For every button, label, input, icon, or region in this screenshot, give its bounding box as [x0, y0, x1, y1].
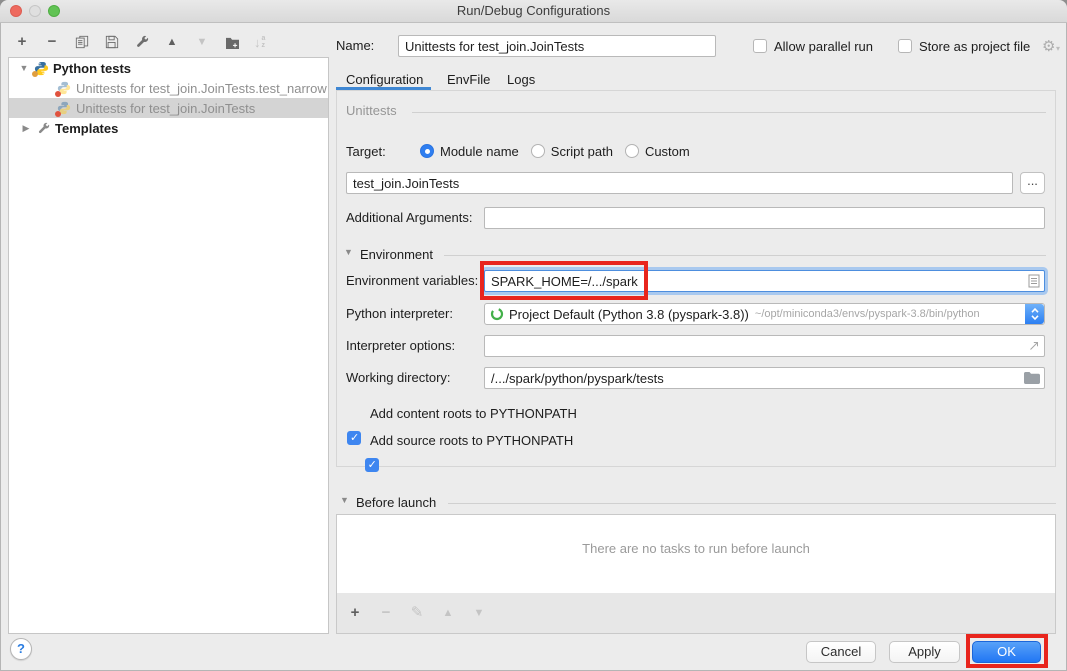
save-configuration-icon[interactable] [104, 34, 120, 50]
ok-button[interactable]: OK [972, 641, 1041, 663]
additional-arguments-input[interactable] [484, 207, 1045, 229]
name-input[interactable] [398, 35, 716, 57]
before-launch-collapse-icon[interactable]: ▼ [340, 495, 349, 505]
store-as-project-file-label: Store as project file [919, 36, 1030, 58]
working-directory-input[interactable] [491, 369, 1024, 387]
test-badge-icon [55, 91, 61, 97]
store-as-project-file-checkbox[interactable] [898, 39, 912, 53]
gear-icon[interactable]: ⚙ [1042, 39, 1055, 55]
move-task-down-icon: ▼ [471, 605, 487, 621]
tree-item-label: Unittests for test_join.JoinTests.test_n… [76, 81, 327, 96]
chevron-right-icon[interactable]: ▶ [21, 123, 31, 134]
target-custom-radio[interactable] [625, 144, 639, 158]
group-divider [412, 112, 1046, 113]
edit-templates-wrench-icon[interactable] [134, 34, 150, 50]
environment-collapse-icon[interactable]: ▼ [344, 247, 353, 257]
before-launch-header: Before launch [356, 492, 436, 514]
configurations-tree: ▼ Python tests Unittests for test_join.J… [8, 57, 329, 634]
help-button[interactable]: ? [10, 638, 32, 660]
additional-arguments-label: Additional Arguments: [346, 207, 472, 229]
test-badge-icon [55, 111, 61, 117]
browse-variables-icon[interactable] [1028, 274, 1040, 288]
title-bar: Run/Debug Configurations [0, 0, 1067, 23]
python-tests-icon [33, 60, 49, 76]
target-label: Target: [346, 144, 394, 159]
unittests-group-label: Unittests [346, 103, 397, 118]
tree-item-python-tests[interactable]: ▼ Python tests [9, 58, 328, 78]
name-label: Name: [336, 35, 374, 57]
expand-field-icon[interactable] [1028, 340, 1040, 352]
edit-task-icon: ✎ [409, 605, 425, 621]
before-launch-empty-text: There are no tasks to run before launch [336, 541, 1056, 556]
templates-wrench-icon [35, 120, 51, 136]
python-test-config-icon [56, 100, 72, 116]
before-launch-toolbar: + − ✎ ▲ ▼ [336, 593, 1056, 634]
zoom-window-button[interactable] [48, 5, 60, 17]
python-interpreter-label: Python interpreter: [346, 303, 453, 325]
add-source-roots-checkbox[interactable] [365, 458, 379, 472]
move-down-icon: ▼ [194, 34, 210, 50]
add-content-roots-checkbox[interactable] [347, 431, 361, 445]
tree-item-label: Templates [55, 121, 118, 136]
chevron-down-icon[interactable]: ▼ [19, 63, 29, 73]
configurations-toolbar: + − ▲ ▼ ↓az [14, 32, 265, 52]
target-script-path-radio[interactable] [531, 144, 545, 158]
minimize-window-button [29, 5, 41, 17]
target-row: Target: Module name Script path Custom [346, 141, 690, 161]
apply-button[interactable]: Apply [889, 641, 960, 663]
interpreter-path-hint: ~/opt/miniconda3/envs/pyspark-3.8/bin/py… [755, 308, 980, 320]
environment-divider [444, 255, 1046, 256]
folder-icon[interactable] [1024, 372, 1040, 384]
remove-task-icon: − [378, 605, 394, 621]
working-directory-label: Working directory: [346, 367, 451, 389]
new-folder-icon[interactable] [224, 34, 240, 50]
run-debug-configurations-dialog: Run/Debug Configurations + − ▲ ▼ ↓az ▼ P… [0, 0, 1067, 671]
tree-item-unittests-jointests[interactable]: Unittests for test_join.JoinTests [9, 98, 328, 118]
combobox-spinner-icon[interactable] [1025, 304, 1044, 324]
tree-item-label: Unittests for test_join.JoinTests [76, 101, 255, 116]
remove-configuration-icon[interactable]: − [44, 34, 60, 50]
test-badge-icon [32, 71, 38, 77]
copy-configuration-icon[interactable] [74, 34, 90, 50]
interpreter-options-field[interactable] [484, 335, 1045, 357]
tree-item-templates[interactable]: ▶ Templates [9, 118, 328, 138]
sort-configurations-icon: ↓az [254, 35, 265, 50]
add-source-roots-label: Add source roots to PYTHONPATH [370, 430, 573, 452]
before-launch-divider [448, 503, 1056, 504]
move-task-up-icon: ▲ [440, 605, 456, 621]
python-interpreter-combobox[interactable]: Project Default (Python 3.8 (pyspark-3.8… [484, 303, 1045, 325]
close-window-button[interactable] [10, 5, 22, 17]
tab-logs[interactable]: Logs [507, 70, 535, 90]
environment-variables-input[interactable] [491, 272, 1028, 290]
tree-item-unittests-test-narrow[interactable]: Unittests for test_join.JoinTests.test_n… [9, 78, 328, 98]
move-up-icon[interactable]: ▲ [164, 34, 180, 50]
working-directory-field[interactable] [484, 367, 1045, 389]
target-input[interactable] [346, 172, 1013, 194]
browse-target-button[interactable]: ... [1020, 172, 1045, 194]
conda-env-icon [490, 307, 504, 321]
environment-variables-label: Environment variables: [346, 270, 478, 292]
allow-parallel-run-label: Allow parallel run [774, 36, 873, 58]
interpreter-value: Project Default (Python 3.8 (pyspark-3.8… [509, 307, 749, 322]
gear-caret-icon: ▾ [1056, 44, 1060, 53]
target-module-name-label[interactable]: Module name [440, 144, 519, 159]
tree-item-label: Python tests [53, 61, 131, 76]
environment-header: Environment [360, 244, 433, 266]
target-custom-label[interactable]: Custom [645, 144, 690, 159]
target-script-path-label[interactable]: Script path [551, 144, 613, 159]
interpreter-options-label: Interpreter options: [346, 335, 455, 357]
add-configuration-icon[interactable]: + [14, 34, 30, 50]
interpreter-options-input[interactable] [491, 337, 1028, 355]
allow-parallel-run-checkbox[interactable] [753, 39, 767, 53]
add-content-roots-label: Add content roots to PYTHONPATH [370, 403, 577, 425]
window-title: Run/Debug Configurations [0, 0, 1067, 22]
cancel-button[interactable]: Cancel [806, 641, 876, 663]
python-test-config-icon [56, 80, 72, 96]
tab-envfile[interactable]: EnvFile [447, 70, 490, 90]
environment-variables-field[interactable] [484, 270, 1045, 292]
add-task-icon[interactable]: + [347, 605, 363, 621]
target-module-name-radio[interactable] [420, 144, 434, 158]
